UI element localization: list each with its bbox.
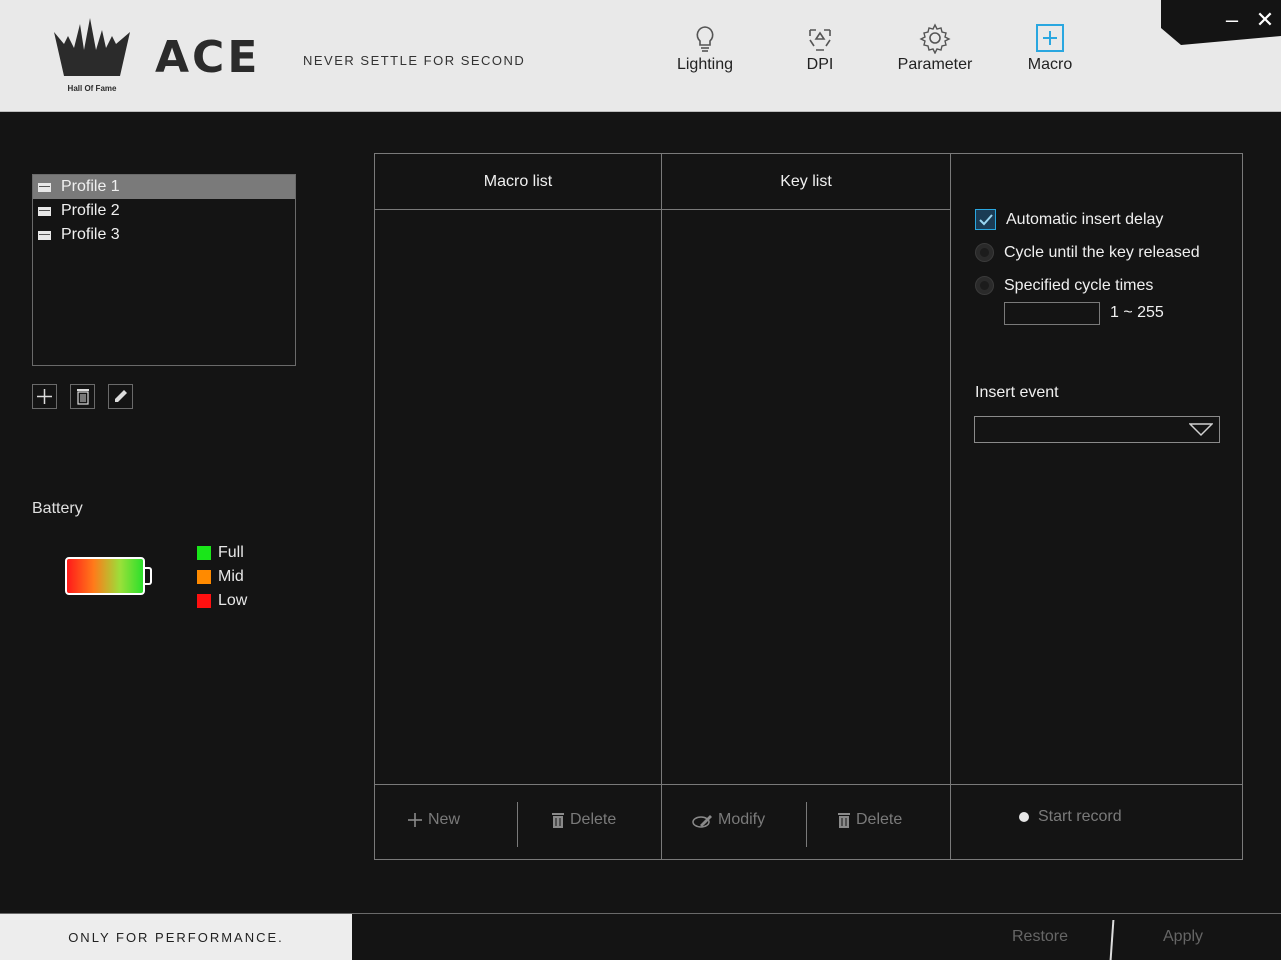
profile-list: Profile 1 Profile 2 Profile 3 — [32, 174, 296, 366]
macro-action-bar: New Delete Modify Delete Start record — [375, 784, 1242, 860]
modify-icon — [692, 814, 712, 828]
tab-dpi-label: DPI — [806, 56, 834, 73]
insert-event-dropdown[interactable] — [974, 416, 1220, 443]
folder-icon — [38, 206, 51, 216]
tab-lighting-label: Lighting — [676, 56, 734, 73]
specified-cycle-times-radio[interactable] — [975, 276, 994, 295]
trash-icon — [76, 389, 89, 405]
profile-item-label: Profile 2 — [61, 202, 120, 219]
tab-macro[interactable]: Macro — [1024, 22, 1076, 82]
column-divider — [950, 154, 951, 784]
folder-icon — [38, 230, 51, 240]
plus-icon — [37, 389, 52, 404]
legend-mid: Mid — [197, 565, 247, 589]
pencil-icon — [115, 390, 127, 402]
minimize-button[interactable]: – — [1218, 6, 1246, 34]
modify-key-button[interactable]: Modify — [692, 811, 765, 829]
insert-event-label: Insert event — [975, 384, 1059, 401]
tab-lighting[interactable]: Lighting — [672, 22, 738, 82]
legend-label-low: Low — [218, 592, 248, 609]
svg-text:Hall Of Fame: Hall Of Fame — [68, 84, 117, 93]
folder-icon — [38, 182, 51, 192]
auto-insert-delay-checkbox[interactable] — [975, 209, 996, 230]
header-bar: Hall Of Fame ACE NEVER SETTLE FOR SECOND… — [0, 0, 1281, 112]
cycle-range-hint: 1 ~ 255 — [1110, 304, 1164, 321]
key-list[interactable] — [662, 211, 950, 784]
legend-swatch-full — [197, 546, 211, 560]
footer-separator — [1109, 920, 1115, 960]
button-separator — [517, 802, 518, 847]
dpi-icon — [809, 29, 831, 51]
auto-insert-delay-option[interactable]: Automatic insert delay — [975, 209, 1163, 230]
window-controls: – ✕ — [1161, 0, 1281, 45]
checkmark-icon — [978, 213, 993, 225]
cycle-until-released-label: Cycle until the key released — [1004, 243, 1200, 261]
apply-button[interactable]: Apply — [1163, 928, 1203, 946]
button-separator — [806, 802, 807, 847]
delete-macro-label: Delete — [570, 811, 617, 828]
rename-profile-button[interactable] — [108, 384, 133, 409]
profile-item-1[interactable]: Profile 1 — [33, 175, 295, 199]
delete-key-label: Delete — [856, 811, 903, 828]
start-record-label: Start record — [1038, 808, 1122, 825]
profile-item-2[interactable]: Profile 2 — [33, 199, 295, 223]
add-profile-button[interactable] — [32, 384, 57, 409]
bulb-icon — [696, 26, 714, 52]
legend-full: Full — [197, 541, 247, 565]
battery-label: Battery — [32, 500, 83, 517]
trash-icon — [552, 812, 564, 828]
restore-button[interactable]: Restore — [1012, 928, 1068, 946]
modify-key-label: Modify — [718, 811, 766, 828]
delete-profile-button[interactable] — [70, 384, 95, 409]
brand-name: ACE — [155, 32, 261, 83]
auto-insert-delay-label: Automatic insert delay — [1006, 210, 1164, 228]
profile-item-label: Profile 1 — [61, 178, 120, 195]
footer-bar: ONLY FOR PERFORMANCE. Restore Apply — [0, 913, 1281, 960]
battery-legend: Full Mid Low — [197, 541, 247, 613]
battery-indicator — [65, 557, 145, 595]
key-list-header: Key list — [662, 154, 950, 210]
battery-tip — [144, 567, 152, 585]
hall-of-fame-logo: Hall Of Fame — [54, 18, 130, 93]
chevron-down-icon — [1189, 423, 1213, 437]
legend-low: Low — [197, 589, 247, 613]
profile-toolbar — [32, 384, 133, 409]
bar-divider — [661, 785, 662, 860]
delete-macro-button[interactable]: Delete — [552, 811, 616, 829]
specified-cycle-times-option[interactable]: Specified cycle times — [975, 276, 1153, 295]
profile-item-3[interactable]: Profile 3 — [33, 223, 295, 247]
new-macro-label: New — [428, 811, 461, 828]
bar-divider — [950, 785, 951, 860]
cycle-until-released-radio[interactable] — [975, 243, 994, 262]
plus-icon — [408, 813, 422, 827]
trash-icon — [838, 812, 850, 828]
gear-icon — [919, 23, 951, 54]
close-button[interactable]: ✕ — [1251, 6, 1279, 34]
footer-tagline: ONLY FOR PERFORMANCE. — [0, 914, 352, 960]
legend-swatch-low — [197, 594, 211, 608]
brand-tagline: NEVER SETTLE FOR SECOND — [303, 53, 526, 68]
cycle-times-input[interactable] — [1004, 302, 1100, 325]
tab-macro-label: Macro — [1027, 56, 1073, 73]
macro-plus-icon — [1036, 24, 1064, 52]
profile-item-label: Profile 3 — [61, 226, 120, 243]
macro-list-header: Macro list — [375, 154, 661, 210]
start-record-button[interactable]: Start record — [1018, 808, 1122, 826]
tab-parameter-label: Parameter — [897, 56, 973, 73]
legend-swatch-mid — [197, 570, 211, 584]
delete-key-button[interactable]: Delete — [838, 811, 902, 829]
tab-dpi[interactable]: DPI — [800, 22, 840, 82]
record-dot-icon — [1019, 812, 1029, 822]
legend-label-full: Full — [218, 544, 244, 561]
new-macro-button[interactable]: New — [408, 811, 460, 829]
legend-label-mid: Mid — [218, 568, 244, 585]
tab-parameter[interactable]: Parameter — [892, 22, 978, 82]
specified-cycle-times-label: Specified cycle times — [1004, 276, 1154, 294]
macro-list[interactable] — [375, 211, 661, 784]
cycle-until-released-option[interactable]: Cycle until the key released — [975, 243, 1200, 262]
